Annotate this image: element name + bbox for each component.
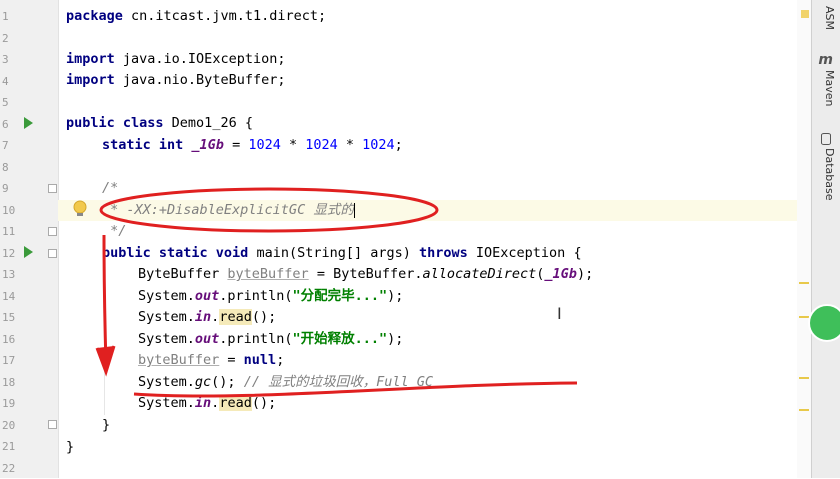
run-gutter-icon[interactable] xyxy=(24,117,33,129)
code-line-1[interactable]: package cn.itcast.jvm.t1.direct; xyxy=(66,6,326,27)
tab-database[interactable]: Database xyxy=(823,148,836,201)
line-number: 10 xyxy=(2,203,16,217)
code-line-7[interactable]: static int _1Gb = 1024 * 1024 * 1024; xyxy=(102,135,403,156)
floating-action-icon[interactable] xyxy=(808,304,840,342)
maven-icon: m xyxy=(818,52,833,68)
code-line-12[interactable]: public static void main(String[] args) t… xyxy=(102,243,582,264)
line-number: 12 xyxy=(2,246,16,260)
code-line-14[interactable]: System.out.println("分配完毕..."); xyxy=(138,286,403,307)
stripe-marker[interactable] xyxy=(799,409,809,411)
code-line-3[interactable]: import java.io.IOException; xyxy=(66,49,285,70)
line-number: 6 xyxy=(2,117,9,131)
line-number: 11 xyxy=(2,225,16,238)
code-line-17[interactable]: byteBuffer = null; xyxy=(138,350,284,371)
text-cursor-icon: I xyxy=(557,304,562,323)
line-number: 7 xyxy=(2,139,9,152)
line-number: 8 xyxy=(2,160,9,174)
text-caret xyxy=(353,202,355,218)
fold-icon[interactable] xyxy=(48,227,57,236)
lightbulb-icon[interactable] xyxy=(73,200,87,218)
line-number: 22 xyxy=(2,461,16,475)
fold-icon[interactable] xyxy=(48,420,57,429)
line-number: 17 xyxy=(2,354,16,367)
stripe-marker[interactable] xyxy=(799,282,809,284)
code-line-9[interactable]: /* xyxy=(102,178,118,199)
line-number: 9 xyxy=(2,182,9,195)
line-number: 16 xyxy=(2,332,16,346)
code-line-20[interactable]: } xyxy=(102,415,110,436)
line-number: 20 xyxy=(2,418,16,432)
code-line-6[interactable]: public class Demo1_26 { xyxy=(66,113,253,134)
line-number: 14 xyxy=(2,289,16,303)
line-number: 1 xyxy=(2,10,9,23)
code-line-13[interactable]: ByteBuffer byteBuffer = ByteBuffer.alloc… xyxy=(138,264,593,285)
analysis-status-marker xyxy=(801,10,809,18)
fold-icon[interactable] xyxy=(48,249,57,258)
database-icon xyxy=(821,133,831,145)
right-tool-window-bar: ASM m Maven Database xyxy=(808,0,840,478)
line-number: 15 xyxy=(2,311,16,324)
line-number: 5 xyxy=(2,96,9,109)
code-line-11[interactable]: */ xyxy=(102,221,126,242)
stripe-marker[interactable] xyxy=(799,377,809,379)
code-line-4[interactable]: import java.nio.ByteBuffer; xyxy=(66,70,285,91)
run-gutter-icon[interactable] xyxy=(24,246,33,258)
tab-asm[interactable]: ASM xyxy=(823,6,836,30)
tab-maven[interactable]: Maven xyxy=(823,70,836,106)
line-number: 13 xyxy=(2,268,16,281)
code-line-19[interactable]: System.in.read(); xyxy=(138,393,276,414)
code-line-15[interactable]: System.in.read(); xyxy=(138,307,276,328)
code-line-21[interactable]: } xyxy=(66,437,74,458)
line-number: 19 xyxy=(2,397,16,410)
red-arrow-head xyxy=(95,345,116,377)
line-number: 3 xyxy=(2,53,9,66)
line-number: 4 xyxy=(2,74,9,88)
indent-guide xyxy=(104,265,105,415)
error-stripe[interactable] xyxy=(797,0,811,478)
code-line-10[interactable]: * -XX:+DisableExplicitGC 显式的 xyxy=(102,200,355,221)
code-line-16[interactable]: System.out.println("开始释放..."); xyxy=(138,329,403,350)
code-line-18[interactable]: System.gc(); // 显式的垃圾回收，Full GC xyxy=(138,372,433,393)
line-number: 2 xyxy=(2,31,9,45)
line-number: 18 xyxy=(2,375,16,389)
line-number: 21 xyxy=(2,440,16,453)
fold-icon[interactable] xyxy=(48,184,57,193)
